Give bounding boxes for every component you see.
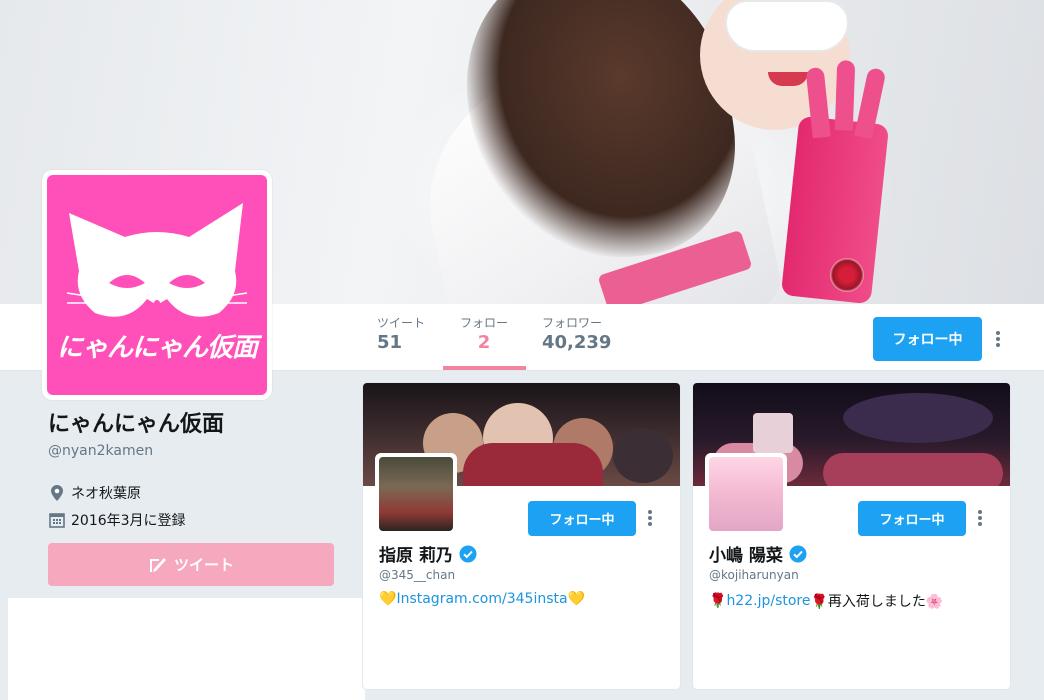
more-vertical-icon[interactable] — [643, 508, 657, 530]
card-follow-button[interactable]: フォロー中 — [528, 501, 636, 536]
verified-badge-icon — [789, 545, 807, 563]
card-bio: 💛 Instagram.com/345insta 💛 — [379, 591, 585, 607]
profile-joined-text: 2016年3月に登録 — [71, 513, 186, 529]
active-tab-indicator — [443, 366, 526, 370]
more-vertical-icon[interactable] — [973, 508, 987, 530]
card-bio-emoji: 💛 — [379, 591, 397, 607]
stat-tweets-label: ツイート — [377, 316, 426, 330]
card-handle[interactable]: @kojiharunyan — [709, 568, 799, 582]
stat-tweets-count: 51 — [377, 332, 403, 353]
card-bio-text: 🌹再入荷しました🌸 — [810, 594, 944, 610]
card-avatar[interactable] — [705, 453, 787, 535]
avatar-signature-text: にゃんにゃん仮面 — [56, 333, 258, 363]
profile-location-text: ネオ秋葉原 — [71, 486, 141, 502]
card-bio-emoji: 💛 — [567, 591, 586, 607]
card-bio: 🌹 h22.jp/store 🌹再入荷しました🌸 — [709, 591, 943, 611]
following-card[interactable]: フォロー中 指原 莉乃 @345__chan 💛 Instagram.com/3… — [362, 382, 681, 690]
stat-followers-count: 40,239 — [542, 332, 612, 353]
card-bio-link[interactable]: h22.jp/store — [726, 593, 810, 609]
sidebar-empty-panel — [8, 598, 365, 700]
card-name-text: 指原 莉乃 — [379, 546, 453, 566]
card-handle[interactable]: @345__chan — [379, 568, 455, 582]
card-follow-button[interactable]: フォロー中 — [858, 501, 966, 536]
stat-followers[interactable]: フォロワー 40,239 — [542, 316, 611, 355]
card-avatar[interactable] — [375, 453, 457, 535]
stat-following-label: フォロー — [460, 316, 509, 330]
card-bio-link[interactable]: Instagram.com/345insta — [396, 591, 567, 607]
compose-icon — [148, 556, 168, 574]
card-name[interactable]: 小嶋 陽菜 — [709, 541, 807, 566]
card-name[interactable]: 指原 莉乃 — [379, 541, 477, 566]
stat-following[interactable]: フォロー 2 — [460, 316, 508, 355]
avatar-image: にゃんにゃん仮面 — [47, 175, 267, 395]
profile-location: ネオ秋葉原 — [48, 483, 141, 503]
follow-button[interactable]: フォロー中 — [873, 317, 982, 361]
stat-tweets[interactable]: ツイート 51 — [377, 316, 425, 355]
profile-handle[interactable]: @nyan2kamen — [48, 443, 153, 459]
map-pin-icon — [48, 484, 66, 502]
stat-followers-label: フォロワー — [542, 316, 603, 330]
card-bio-emoji: 🌹 — [709, 593, 727, 609]
profile-joined: 2016年3月に登録 — [48, 510, 186, 530]
stat-following-count: 2 — [477, 332, 491, 353]
profile-avatar[interactable]: にゃんにゃん仮面 — [42, 170, 272, 400]
following-card[interactable]: フォロー中 小嶋 陽菜 @kojiharunyan 🌹 h22.jp/store… — [692, 382, 1011, 690]
more-vertical-icon[interactable] — [991, 329, 1005, 351]
verified-badge-icon — [459, 545, 477, 563]
card-name-text: 小嶋 陽菜 — [709, 546, 783, 566]
tweet-button[interactable]: ツイート — [48, 543, 334, 586]
calendar-icon — [48, 511, 66, 529]
tweet-button-label: ツイート — [173, 556, 234, 574]
profile-name[interactable]: にゃんにゃん仮面 — [48, 406, 224, 438]
